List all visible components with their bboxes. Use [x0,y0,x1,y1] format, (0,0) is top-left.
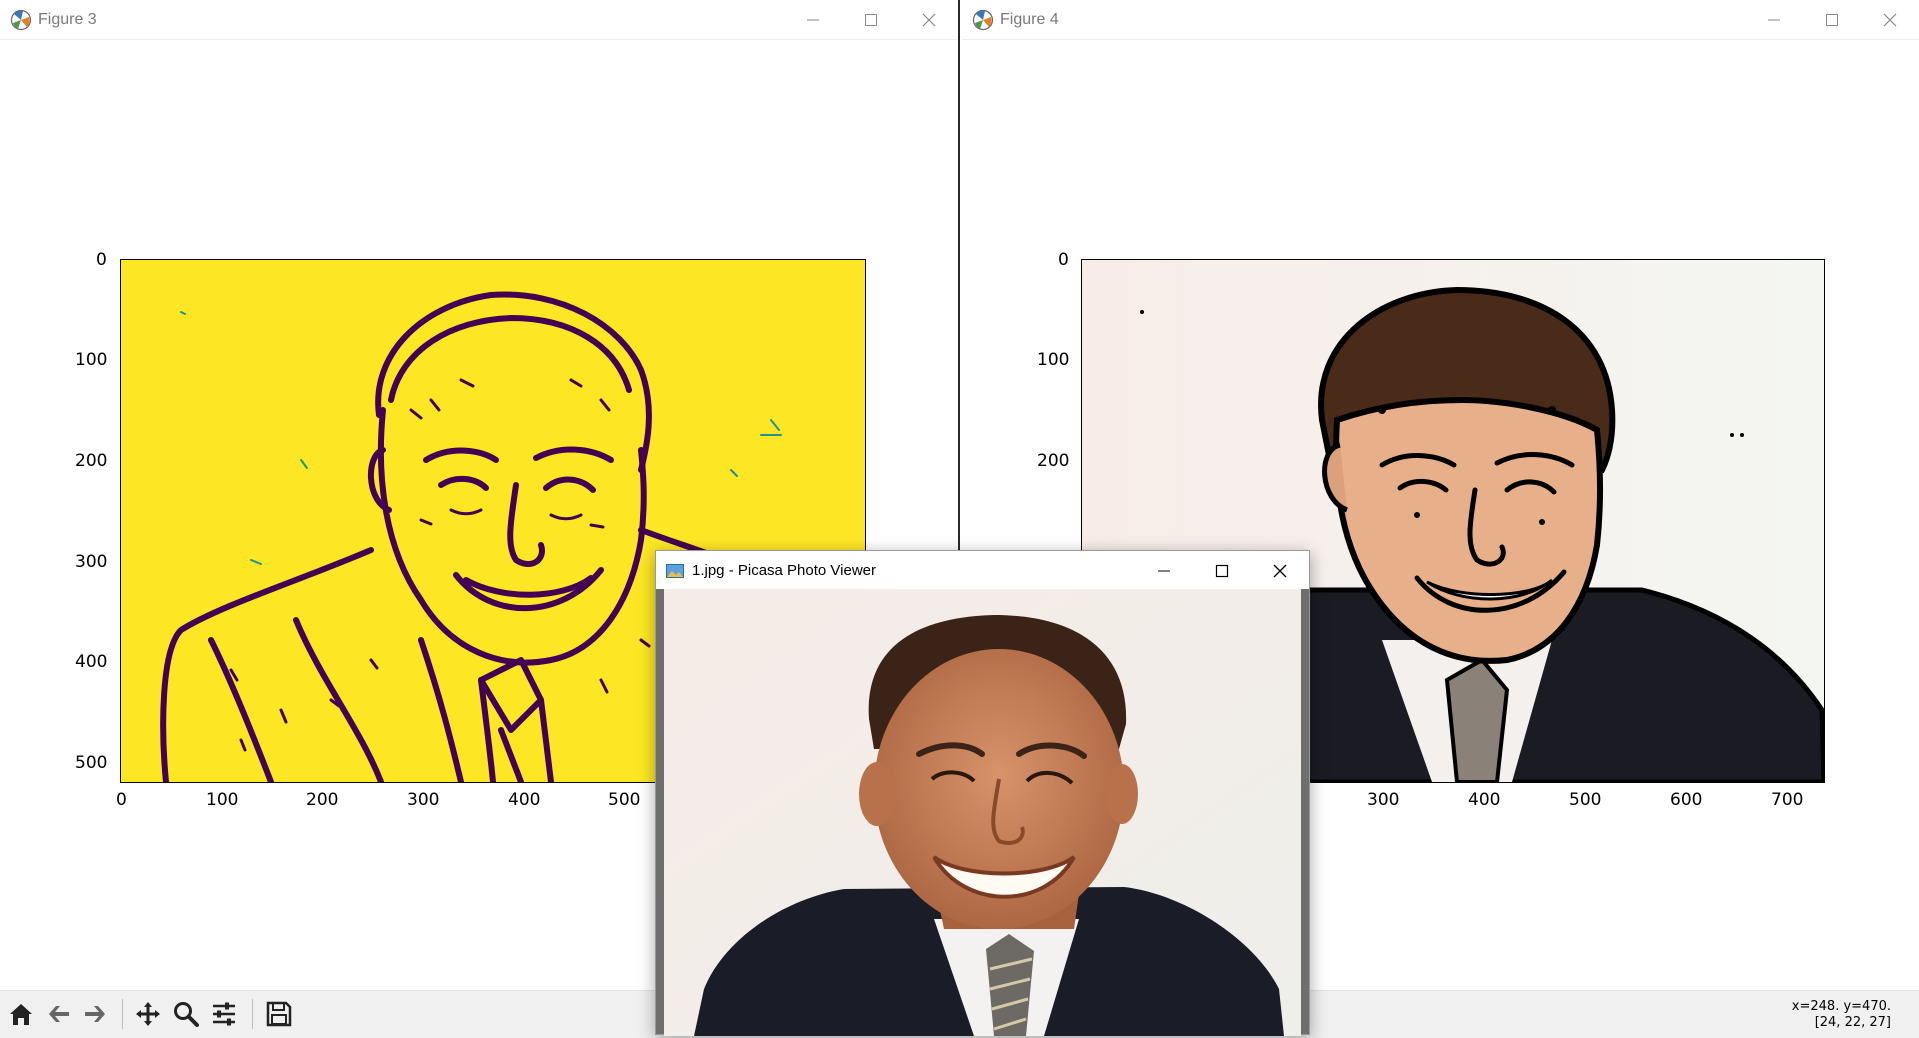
ytick-label: 300 [75,552,108,572]
ytick-label: 400 [75,652,108,672]
ytick-label: 200 [75,451,108,471]
save-icon [266,1001,292,1027]
xtick-label: 600 [1670,790,1703,810]
xtick-label: 300 [407,790,440,810]
picasa-viewer-window: 1.jpg - Picasa Photo Viewer [655,550,1310,1036]
picasa-titlebar[interactable]: 1.jpg - Picasa Photo Viewer [656,551,1309,589]
home-icon [10,1004,32,1025]
window-title: 1.jpg - Picasa Photo Viewer [692,561,876,579]
xtick-label: 200 [306,790,339,810]
figure4-titlebar[interactable]: Figure 4 [962,0,1919,40]
pixel-value: [24, 22, 27] [1814,1015,1891,1030]
configure-subplots-button[interactable] [207,997,241,1031]
forward-icon [85,1006,105,1022]
portrait-photo [664,589,1301,1036]
xtick-label: 0 [116,790,127,810]
matplotlib-logo-icon [972,9,994,31]
save-button[interactable] [262,997,296,1031]
matplotlib-logo-icon [10,9,32,31]
maximize-button[interactable] [1803,0,1861,39]
close-button[interactable] [1251,551,1309,590]
back-button[interactable] [42,997,76,1031]
photo-canvas[interactable] [664,589,1301,1036]
toolbar-separator [252,999,253,1029]
figure3-titlebar[interactable]: Figure 3 [0,0,958,40]
cursor-coordinates: x=248. y=470. [1791,999,1891,1014]
close-button[interactable] [900,0,958,39]
pan-icon [136,1002,160,1026]
xtick-label: 300 [1367,790,1400,810]
maximize-button[interactable] [842,0,900,39]
xtick-label: 700 [1771,790,1804,810]
minimize-button[interactable] [1745,0,1803,39]
ytick-label: 100 [1037,350,1070,370]
ytick-label: 0 [1058,250,1069,270]
close-button[interactable] [1861,0,1919,39]
back-icon [49,1006,69,1022]
home-button[interactable] [4,997,38,1031]
xtick-label: 500 [608,790,641,810]
maximize-button[interactable] [1193,551,1251,590]
cursor-status-readout: x=248. y=470. [24, 22, 27] [1792,999,1891,1031]
photo-icon [666,563,684,578]
ytick-label: 100 [75,350,108,370]
ytick-label: 500 [75,753,108,773]
xtick-label: 400 [508,790,541,810]
ytick-label: 0 [96,250,107,270]
minimize-button[interactable] [1135,551,1193,590]
forward-button[interactable] [78,997,112,1031]
pan-button[interactable] [131,997,165,1031]
window-title: Figure 4 [1000,10,1059,28]
configure-icon [213,1002,235,1026]
zoom-icon [174,1002,199,1027]
xtick-label: 500 [1569,790,1602,810]
zoom-button[interactable] [169,997,203,1031]
window-title: Figure 3 [38,10,97,28]
minimize-button[interactable] [784,0,842,39]
ytick-label: 200 [1037,451,1070,471]
xtick-label: 400 [1468,790,1501,810]
toolbar-separator [122,999,123,1029]
xtick-label: 100 [206,790,239,810]
